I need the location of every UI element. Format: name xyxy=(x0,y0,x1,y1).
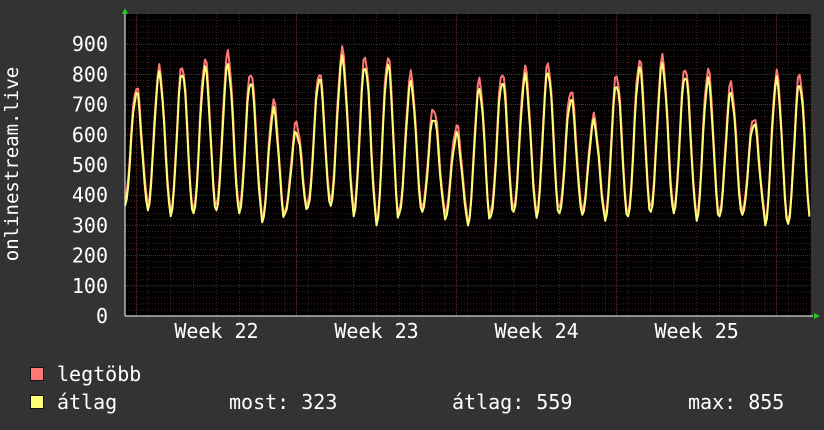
y-tick-label: 600 xyxy=(72,123,108,147)
stat-atlag: átlag: 559 xyxy=(452,390,573,414)
y-tick-label: 100 xyxy=(72,274,108,298)
x-axis-arrow xyxy=(814,313,820,319)
y-tick-label: 200 xyxy=(72,244,108,268)
chart: 0100200300400500600700800900 Week 22 Week… xyxy=(72,8,820,340)
y-tick-label: 500 xyxy=(72,153,108,177)
x-tick-label: Week 25 xyxy=(655,319,739,340)
stat-most: most: 323 xyxy=(229,390,338,414)
legend-label-max: legtöbb xyxy=(57,362,142,386)
stat-max: max: 855 xyxy=(688,390,785,414)
y-axis-arrow xyxy=(122,8,128,14)
y-axis-label-wrap: onlinestream.live xyxy=(0,0,30,340)
legend-label-avg: átlag xyxy=(57,390,118,414)
y-tick-label: 900 xyxy=(72,32,108,56)
legend-swatch-avg xyxy=(30,395,44,409)
y-tick-label: 0 xyxy=(96,304,108,328)
y-axis: 0 100 200 300 400 500 600 700 800 900 xyxy=(72,32,108,328)
y-axis-label: onlinestream.live xyxy=(1,66,23,262)
y-tick-label: 300 xyxy=(72,213,108,237)
y-tick-label: 700 xyxy=(72,93,108,117)
x-tick-label: Week 22 xyxy=(174,319,258,340)
y-tick-label: 800 xyxy=(72,62,108,86)
legend-swatch-max xyxy=(30,367,44,381)
x-tick-label: Week 23 xyxy=(334,319,418,340)
x-tick-label: Week 24 xyxy=(494,319,578,340)
y-tick-label: 400 xyxy=(72,183,108,207)
legend-item-avg: átlag xyxy=(30,390,117,414)
x-axis: Week 22 Week 23 Week 24 Week 25 xyxy=(174,319,738,340)
legend-item-max: legtöbb xyxy=(30,362,141,386)
